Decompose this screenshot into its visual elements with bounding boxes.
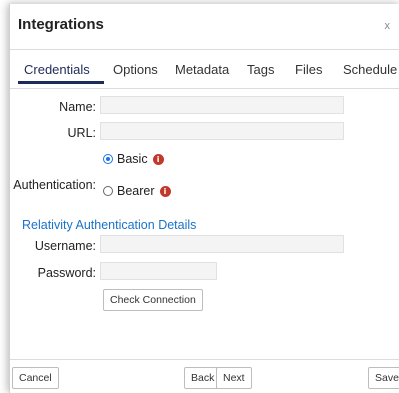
tab-schedule[interactable]: Schedule [343,62,397,77]
password-label: Password: [37,266,96,280]
tab-options[interactable]: Options [113,62,158,77]
name-label: Name: [59,100,96,114]
cancel-button[interactable]: Cancel [12,367,59,389]
close-button[interactable]: x [385,20,391,32]
info-icon[interactable]: i [152,153,164,165]
url-field[interactable] [100,122,344,140]
username-label: Username: [34,239,96,253]
tab-metadata[interactable]: Metadata [175,62,229,77]
footer-divider [10,359,399,360]
tabs-divider [10,88,399,89]
save-button[interactable]: Save [368,367,399,389]
info-icon[interactable]: i [159,185,171,197]
dialog-title: Integrations [18,16,104,33]
url-label: URL: [67,126,96,140]
tab-files[interactable]: Files [295,62,322,77]
relativity-section-heading: Relativity Authentication Details [22,218,197,232]
tab-credentials[interactable]: Credentials [24,62,90,77]
bearer-radio-label: Bearer [117,184,155,198]
active-tab-indicator [18,81,104,84]
check-connection-button[interactable]: Check Connection [103,289,203,311]
username-field[interactable] [100,235,344,253]
integrations-dialog: Integrations x Credentials Options Metad… [9,4,399,393]
basic-radio-label: Basic [117,152,148,166]
name-field[interactable] [100,96,344,114]
auth-option-bearer[interactable]: Bearer i [103,184,171,198]
tab-tags[interactable]: Tags [247,62,274,77]
password-field[interactable] [100,262,217,280]
bearer-radio[interactable] [103,186,113,196]
auth-option-basic[interactable]: Basic i [103,152,164,166]
next-button[interactable]: Next [216,367,252,389]
authentication-label: Authentication: [13,178,96,192]
basic-radio[interactable] [103,154,113,164]
